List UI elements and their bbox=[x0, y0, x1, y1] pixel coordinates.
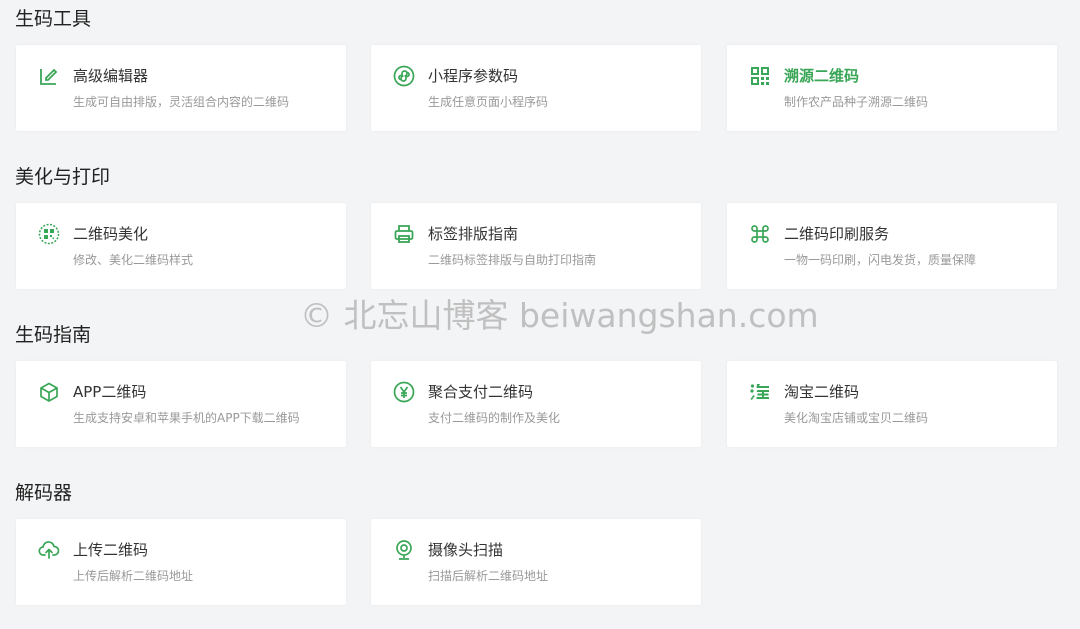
section-title-beautify-print: 美化与打印 bbox=[15, 166, 111, 188]
card-desc: 修改、美化二维码样式 bbox=[73, 253, 194, 267]
card-qr-beautify[interactable]: 二维码美化 修改、美化二维码样式 bbox=[16, 203, 346, 289]
card-desc: 生成可自由排版，灵活组合内容的二维码 bbox=[73, 95, 290, 109]
card-title: 小程序参数码 bbox=[428, 67, 519, 85]
taobao-icon bbox=[749, 381, 771, 403]
yuan-icon bbox=[393, 381, 415, 403]
card-desc: 美化淘宝店铺或宝贝二维码 bbox=[784, 411, 929, 425]
card-advanced-editor[interactable]: 高级编辑器 生成可自由排版，灵活组合内容的二维码 bbox=[16, 45, 346, 131]
card-title: 溯源二维码 bbox=[784, 67, 860, 85]
mini-program-icon bbox=[393, 65, 415, 87]
card-upload-qr[interactable]: 上传二维码 上传后解析二维码地址 bbox=[16, 519, 346, 605]
section-title-decoder: 解码器 bbox=[15, 482, 73, 504]
card-title: 聚合支付二维码 bbox=[428, 383, 534, 401]
card-aggregate-payment-qr[interactable]: 聚合支付二维码 支付二维码的制作及美化 bbox=[371, 361, 701, 447]
section-title-tools: 生码工具 bbox=[15, 8, 92, 30]
card-desc: 一物一码印刷，闪电发货，质量保障 bbox=[784, 253, 977, 267]
card-title: 上传二维码 bbox=[73, 541, 149, 559]
card-title: 摄像头扫描 bbox=[428, 541, 504, 559]
watermark: © 北忘山博客 beiwangshan.com bbox=[300, 296, 819, 335]
qr-beautify-icon bbox=[38, 223, 60, 245]
card-app-qr[interactable]: APP二维码 生成支持安卓和苹果手机的APP下载二维码 bbox=[16, 361, 346, 447]
edit-icon bbox=[38, 65, 60, 87]
card-camera-scan[interactable]: 摄像头扫描 扫描后解析二维码地址 bbox=[371, 519, 701, 605]
qr-grid-icon bbox=[749, 65, 771, 87]
card-desc: 上传后解析二维码地址 bbox=[73, 569, 194, 583]
card-title: 标签排版指南 bbox=[428, 225, 519, 243]
section-title-guides: 生码指南 bbox=[15, 324, 92, 346]
card-desc: 支付二维码的制作及美化 bbox=[428, 411, 561, 425]
camera-icon bbox=[393, 539, 415, 561]
cube-icon bbox=[38, 381, 60, 403]
card-mini-program-code[interactable]: 小程序参数码 生成任意页面小程序码 bbox=[371, 45, 701, 131]
card-desc: 生成支持安卓和苹果手机的APP下载二维码 bbox=[73, 411, 300, 425]
card-title: 高级编辑器 bbox=[73, 67, 149, 85]
card-desc: 二维码标签排版与自助打印指南 bbox=[428, 253, 597, 267]
card-title: APP二维码 bbox=[73, 383, 147, 401]
cloud-upload-icon bbox=[38, 539, 60, 561]
cloverleaf-icon bbox=[749, 223, 771, 245]
card-title: 二维码美化 bbox=[73, 225, 149, 243]
card-label-layout-guide[interactable]: 标签排版指南 二维码标签排版与自助打印指南 bbox=[371, 203, 701, 289]
card-desc: 制作农产品种子溯源二维码 bbox=[784, 95, 929, 109]
card-title: 二维码印刷服务 bbox=[784, 225, 890, 243]
card-trace-qr[interactable]: 溯源二维码 制作农产品种子溯源二维码 bbox=[727, 45, 1057, 131]
card-title: 淘宝二维码 bbox=[784, 383, 860, 401]
card-qr-print-service[interactable]: 二维码印刷服务 一物一码印刷，闪电发货，质量保障 bbox=[727, 203, 1057, 289]
card-desc: 扫描后解析二维码地址 bbox=[428, 569, 549, 583]
card-taobao-qr[interactable]: 淘宝二维码 美化淘宝店铺或宝贝二维码 bbox=[727, 361, 1057, 447]
card-desc: 生成任意页面小程序码 bbox=[428, 95, 549, 109]
printer-icon bbox=[393, 223, 415, 245]
